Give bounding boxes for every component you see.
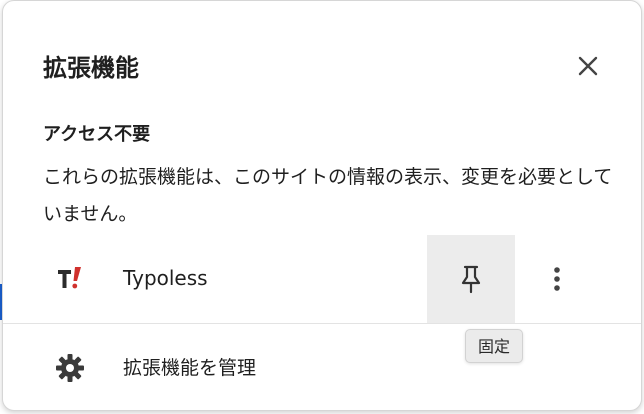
- more-options-button[interactable]: [539, 261, 575, 297]
- extension-row[interactable]: Typoless: [3, 235, 643, 323]
- close-button[interactable]: [569, 47, 607, 85]
- page: 拡張機能 アクセス不要 これらの拡張機能は、このサイトの情報の表示、変更を必要と…: [0, 0, 644, 414]
- gear-icon: [56, 354, 84, 382]
- extensions-popup: 拡張機能 アクセス不要 これらの拡張機能は、このサイトの情報の表示、変更を必要と…: [2, 0, 642, 411]
- manage-extensions-label: 拡張機能を管理: [123, 357, 257, 379]
- pin-icon: [461, 265, 481, 294]
- typoless-logo: [58, 267, 81, 289]
- extension-name: Typoless: [123, 266, 208, 290]
- close-icon: [578, 56, 598, 76]
- more-vertical-icon: [554, 267, 560, 291]
- section-description: これらの拡張機能は、このサイトの情報の表示、変更を必要としていません。: [43, 166, 613, 225]
- manage-extensions-button[interactable]: 拡張機能を管理: [3, 341, 443, 397]
- popup-title: 拡張機能: [43, 54, 139, 82]
- pin-tooltip: 固定: [465, 329, 524, 363]
- divider: [3, 323, 641, 324]
- pin-button[interactable]: [427, 235, 515, 323]
- section-heading: アクセス不要: [43, 124, 151, 145]
